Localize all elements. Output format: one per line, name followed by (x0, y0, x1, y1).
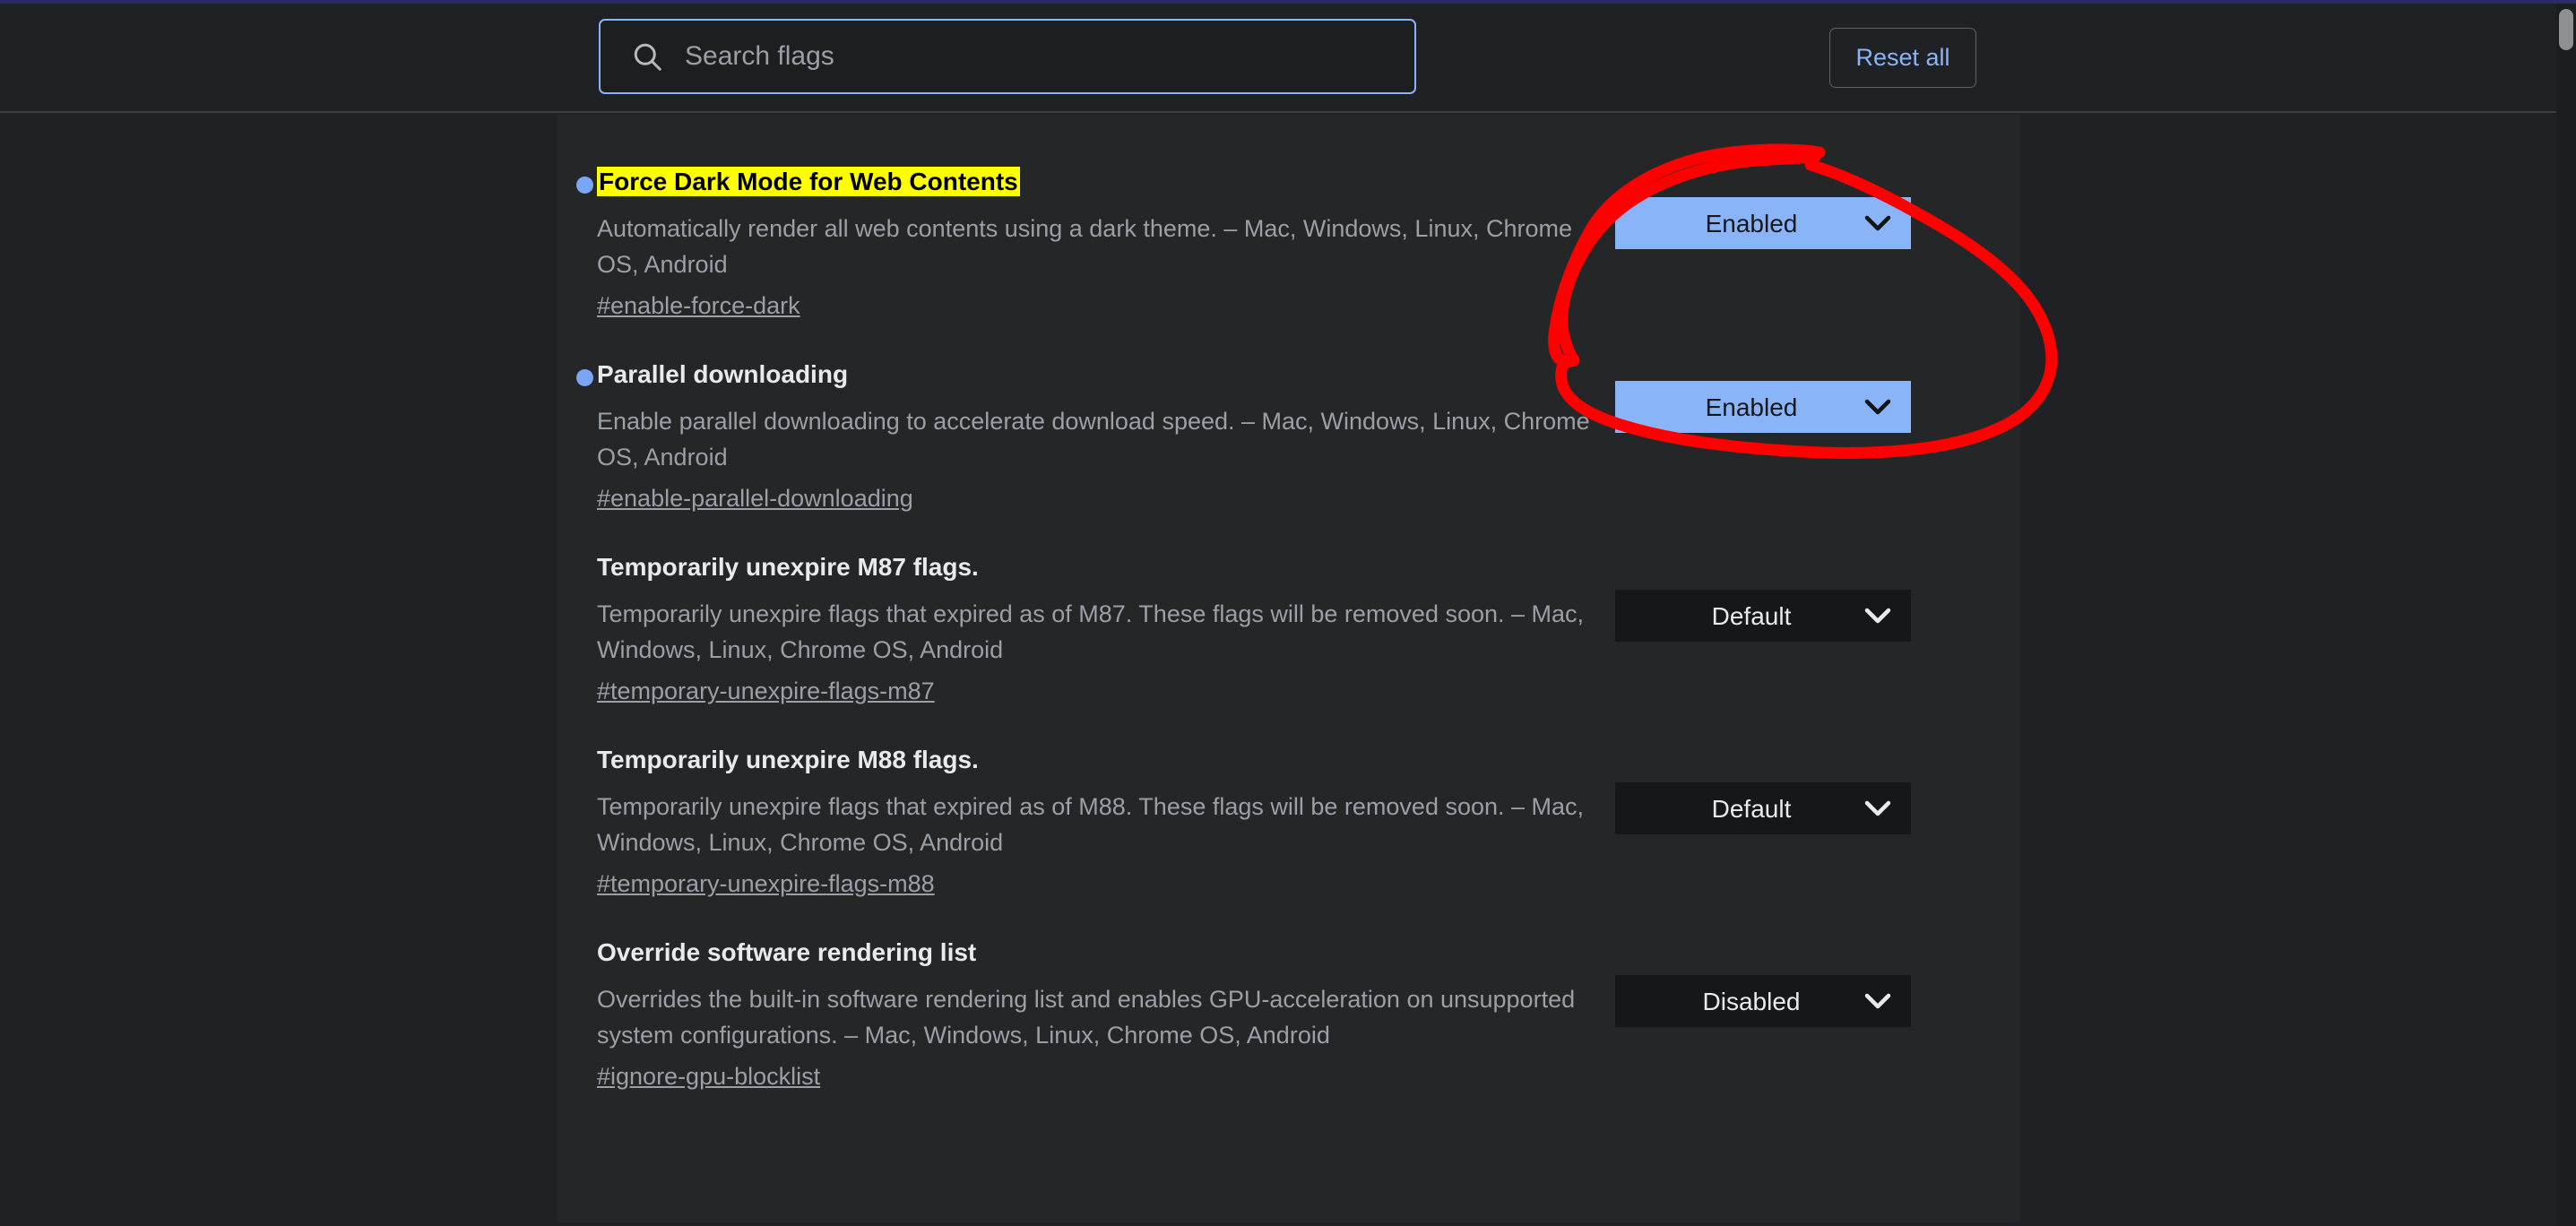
flag-title-wrap: Temporarily unexpire M87 flags. (597, 550, 1615, 584)
flag-control-cell: DefaultEnabledDisabled (1615, 165, 1911, 249)
flag-permalink[interactable]: #temporary-unexpire-flags-m88 (597, 868, 935, 899)
flag-control-cell: DefaultEnabledDisabled (1615, 936, 1911, 1027)
flag-description: Automatically render all web contents us… (597, 215, 1573, 278)
flag-row: Parallel downloading Enable parallel down… (558, 321, 2020, 514)
flag-state-select[interactable]: DefaultEnabledDisabled (1615, 197, 1911, 249)
flag-row: Override software rendering list Override… (558, 899, 2020, 1092)
search-flags-box[interactable] (599, 19, 1416, 94)
reset-all-label: Reset all (1855, 44, 1950, 71)
flag-title: Temporarily unexpire M88 flags. (597, 746, 979, 773)
flag-permalink[interactable]: #ignore-gpu-blocklist (597, 1061, 820, 1092)
flag-row: Temporarily unexpire M88 flags. Temporari… (558, 706, 2020, 899)
search-input[interactable] (685, 41, 1366, 72)
flag-description: Temporarily unexpire flags that expired … (597, 793, 1585, 856)
flag-description: Temporarily unexpire flags that expired … (597, 600, 1585, 663)
flag-title-wrap: Force Dark Mode for Web Contents (597, 165, 1615, 199)
flag-permalink[interactable]: #enable-parallel-downloading (597, 483, 913, 514)
flag-state-select[interactable]: DefaultEnabledDisabled (1615, 381, 1911, 433)
search-icon (634, 43, 661, 71)
flag-text-block: Override software rendering list Override… (558, 936, 1615, 1092)
flag-state-select[interactable]: DefaultEnabledDisabled (1615, 782, 1911, 834)
reset-all-button[interactable]: Reset all (1829, 28, 1976, 88)
flag-row: Force Dark Mode for Web Contents Automati… (558, 115, 2020, 321)
flag-text-block: Temporarily unexpire M87 flags. Temporari… (558, 550, 1615, 706)
vertical-scrollbar-track[interactable] (2556, 4, 2576, 1226)
flag-permalink[interactable]: #temporary-unexpire-flags-m87 (597, 676, 935, 706)
flags-content-card: Force Dark Mode for Web Contents Automati… (558, 115, 2020, 1222)
top-edge-rule (0, 0, 2576, 4)
chrome-flags-page: Reset all Force Dark Mode for Web Conten… (0, 4, 2576, 1226)
flag-control-cell: DefaultEnabledDisabled (1615, 550, 1911, 642)
flag-row: Temporarily unexpire M87 flags. Temporari… (558, 514, 2020, 706)
flag-title: Override software rendering list (597, 938, 977, 966)
flag-text-block: Parallel downloading Enable parallel down… (558, 358, 1615, 514)
flag-permalink[interactable]: #enable-force-dark (597, 290, 800, 321)
flag-text-block: Force Dark Mode for Web Contents Automati… (558, 165, 1615, 321)
flag-title: Parallel downloading (597, 360, 849, 388)
flag-description: Enable parallel downloading to accelerat… (597, 408, 1590, 471)
flag-state-select[interactable]: DefaultEnabledDisabled (1615, 590, 1911, 642)
flag-state-select[interactable]: DefaultEnabledDisabled (1615, 975, 1911, 1027)
flag-title-wrap: Temporarily unexpire M88 flags. (597, 743, 1615, 777)
flag-title: Temporarily unexpire M87 flags. (597, 553, 979, 581)
flag-title-wrap: Override software rendering list (597, 936, 1615, 970)
flag-description: Overrides the built-in software renderin… (597, 986, 1576, 1049)
flag-control-cell: DefaultEnabledDisabled (1615, 358, 1911, 433)
vertical-scrollbar-thumb[interactable] (2559, 9, 2573, 50)
flag-title: Force Dark Mode for Web Contents (597, 167, 1020, 196)
flag-modified-dot-icon (576, 369, 593, 386)
flag-control-cell: DefaultEnabledDisabled (1615, 743, 1911, 834)
flags-header-bar: Reset all (0, 4, 2576, 113)
flag-title-wrap: Parallel downloading (597, 358, 1615, 392)
flag-text-block: Temporarily unexpire M88 flags. Temporari… (558, 743, 1615, 899)
flag-modified-dot-icon (576, 177, 593, 194)
flags-list: Force Dark Mode for Web Contents Automati… (558, 115, 2020, 1092)
